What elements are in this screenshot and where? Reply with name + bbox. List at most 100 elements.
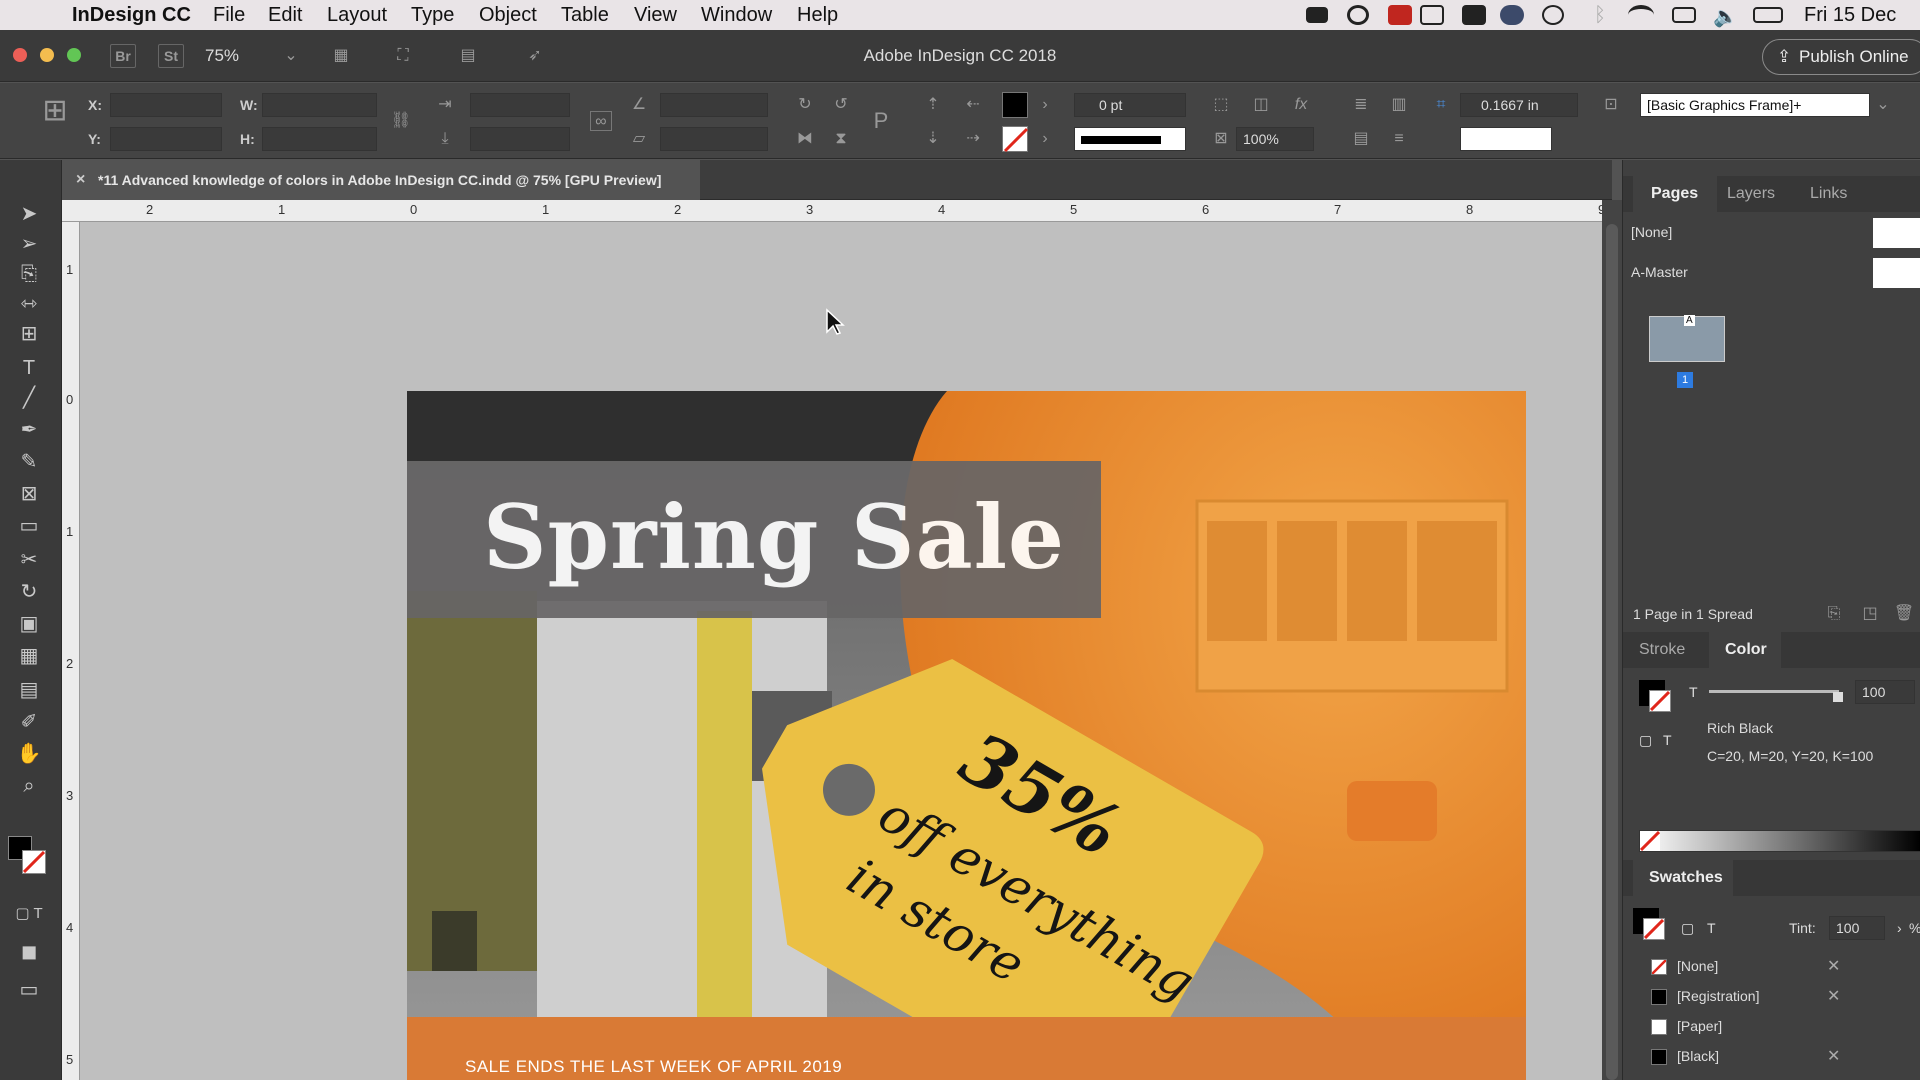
corner-shape-select[interactable] (1460, 127, 1552, 151)
eyedropper-tool-icon[interactable]: ✐ (14, 708, 44, 736)
text-toggle-icon[interactable]: T (1663, 732, 1672, 748)
color-tint-field[interactable]: 100 (1855, 680, 1915, 704)
swatch-item[interactable]: [Paper] (1633, 1012, 1920, 1042)
zoom-level[interactable]: 75% (205, 46, 239, 66)
effects-icon[interactable]: fx (1290, 95, 1312, 115)
pencil-tool-icon[interactable]: ✎ (14, 448, 44, 476)
bluetooth-icon[interactable]: ᛒ (1594, 4, 1606, 27)
swatch-item[interactable]: [None] ✕ (1633, 952, 1920, 982)
close-window-button[interactable] (13, 48, 27, 62)
master-none-thumbnail[interactable] (1873, 218, 1920, 248)
rotation-angle-icon[interactable]: ∠ (628, 95, 650, 115)
tab-color[interactable]: Color (1709, 632, 1781, 668)
spacing-icon[interactable]: ⌗ (1430, 95, 1452, 115)
object-style-chevron-icon[interactable]: ⌄ (1872, 95, 1894, 115)
master-a[interactable]: A-Master (1631, 264, 1688, 280)
frame-fitting-icon[interactable]: ◫ (1250, 95, 1272, 115)
new-page-icon[interactable]: ◳ (1859, 604, 1881, 624)
vertical-ruler[interactable]: 1 0 1 2 3 4 5 (62, 222, 80, 1080)
publish-rocket-icon[interactable]: ➶ (524, 46, 546, 66)
scale-x-icon[interactable]: ⇥ (434, 95, 456, 115)
pen-tool-icon[interactable]: ✒ (14, 416, 44, 444)
footer-bar[interactable]: SALE ENDS THE LAST WEEK OF APRIL 2019 (407, 1017, 1526, 1080)
delete-page-icon[interactable]: 🗑 (1893, 604, 1915, 624)
horizontal-ruler[interactable]: 2 1 0 1 2 3 4 5 6 7 8 9 (62, 200, 1612, 222)
formatting-affects-container-icon[interactable]: ▢ T (14, 900, 44, 928)
gap-tool-icon[interactable]: ⇿ (14, 290, 44, 318)
battery-icon[interactable] (1753, 7, 1783, 23)
selection-tool-icon[interactable]: ➤ (14, 200, 44, 228)
page-1-thumbnail[interactable]: A (1649, 315, 1725, 362)
scissors-tool-icon[interactable]: ✂ (14, 546, 44, 574)
line-tool-icon[interactable]: ╱ (14, 384, 44, 412)
x-field[interactable] (110, 93, 222, 117)
chevron-down-icon[interactable]: ⌄ (280, 46, 302, 66)
y-field[interactable] (110, 127, 222, 151)
tint-slider-handle[interactable] (1833, 692, 1843, 702)
menu-help[interactable]: Help (797, 4, 838, 27)
publish-online-button[interactable]: ⇪ Publish Online (1762, 39, 1920, 75)
creative-cloud-icon[interactable] (1347, 5, 1369, 25)
opacity-field[interactable]: 100% (1236, 127, 1314, 151)
stroke-chevron-icon[interactable]: › (1034, 129, 1056, 149)
chain-link-icon[interactable]: ∞ (590, 111, 612, 131)
menu-type[interactable]: Type (411, 4, 454, 27)
menu-view[interactable]: View (634, 4, 677, 27)
menu-app-name[interactable]: InDesign CC (72, 4, 191, 27)
tab-pages[interactable]: Pages (1633, 176, 1717, 212)
tab-stroke[interactable]: Stroke (1639, 632, 1685, 668)
headline-box[interactable]: Spring Sale (407, 461, 1101, 618)
vertical-scrollbar[interactable] (1602, 200, 1622, 1080)
menu-object[interactable]: Object (479, 4, 537, 27)
swatch-item[interactable]: [Registration] ✕ (1633, 982, 1920, 1012)
align-center-icon[interactable]: ≡ (1388, 129, 1410, 149)
direct-selection-tool-icon[interactable]: ➢ (14, 230, 44, 258)
shear-angle-icon[interactable]: ▱ (628, 129, 650, 149)
pdf-app-icon[interactable] (1388, 5, 1412, 25)
stock-button[interactable]: St (158, 44, 184, 68)
airplay-icon[interactable] (1672, 7, 1696, 23)
type-tool-icon[interactable]: T (14, 354, 44, 382)
container-toggle-icon[interactable]: ▢ (1639, 732, 1652, 749)
menu-layout[interactable]: Layout (327, 4, 387, 27)
view-options-icon[interactable]: ▦ (330, 46, 352, 66)
rotation-field[interactable] (660, 93, 768, 117)
text-wrap-icon[interactable]: ≣ (1350, 95, 1372, 115)
screen-mode-icon[interactable]: ⛶ (392, 46, 414, 66)
stroke-color-swatch[interactable] (22, 850, 46, 874)
menu-window[interactable]: Window (701, 4, 772, 27)
swatch-container-icon[interactable]: ▢ (1681, 920, 1694, 937)
arrange-documents-icon[interactable]: ▤ (457, 46, 479, 66)
reference-point-icon[interactable]: ⊞ (38, 96, 72, 135)
hand-tool-icon[interactable]: ✋ (14, 740, 44, 768)
minimize-window-button[interactable] (40, 48, 54, 62)
apply-color-icon[interactable]: ◼ (14, 938, 44, 966)
menu-clock[interactable]: Fri 15 Dec (1804, 4, 1896, 27)
flip-horizontal-icon[interactable]: ⧓ (794, 129, 816, 149)
select-next-icon[interactable]: ⇢ (962, 129, 984, 149)
select-container-icon[interactable]: ⇡ (922, 95, 944, 115)
flip-vertical-icon[interactable]: ⧗ (830, 129, 852, 149)
align-top-icon[interactable]: ▤ (1350, 129, 1372, 149)
fill-swatch[interactable] (1002, 92, 1028, 118)
volume-icon[interactable]: 🔈 (1713, 4, 1738, 29)
stroke-swatch[interactable] (1002, 126, 1029, 153)
spacing-field[interactable]: 0.1667 in (1460, 93, 1578, 117)
page-tool-icon[interactable]: ⎘ (14, 260, 44, 288)
content-collector-icon[interactable]: ⊞ (14, 320, 44, 348)
rotate-cw-icon[interactable]: ↻ (794, 95, 816, 115)
color-ramp[interactable] (1639, 830, 1920, 852)
scale-x-field[interactable] (470, 93, 570, 117)
bridge-button[interactable]: Br (110, 44, 136, 68)
tint-slider[interactable] (1709, 690, 1839, 693)
rectangle-tool-icon[interactable]: ▭ (14, 512, 44, 540)
tab-swatches[interactable]: Swatches (1633, 860, 1733, 896)
wrap-around-icon[interactable]: ▥ (1388, 95, 1410, 115)
close-tab-icon[interactable]: × (76, 160, 85, 200)
dropbox-icon[interactable] (1306, 7, 1328, 23)
w-field[interactable] (262, 93, 377, 117)
free-transform-tool-icon[interactable]: ↻ (14, 578, 44, 606)
scale-y-icon[interactable]: ⤓ (434, 129, 456, 149)
stroke-weight-field[interactable]: 0 pt (1074, 93, 1186, 117)
fill-chevron-icon[interactable]: › (1034, 95, 1056, 115)
